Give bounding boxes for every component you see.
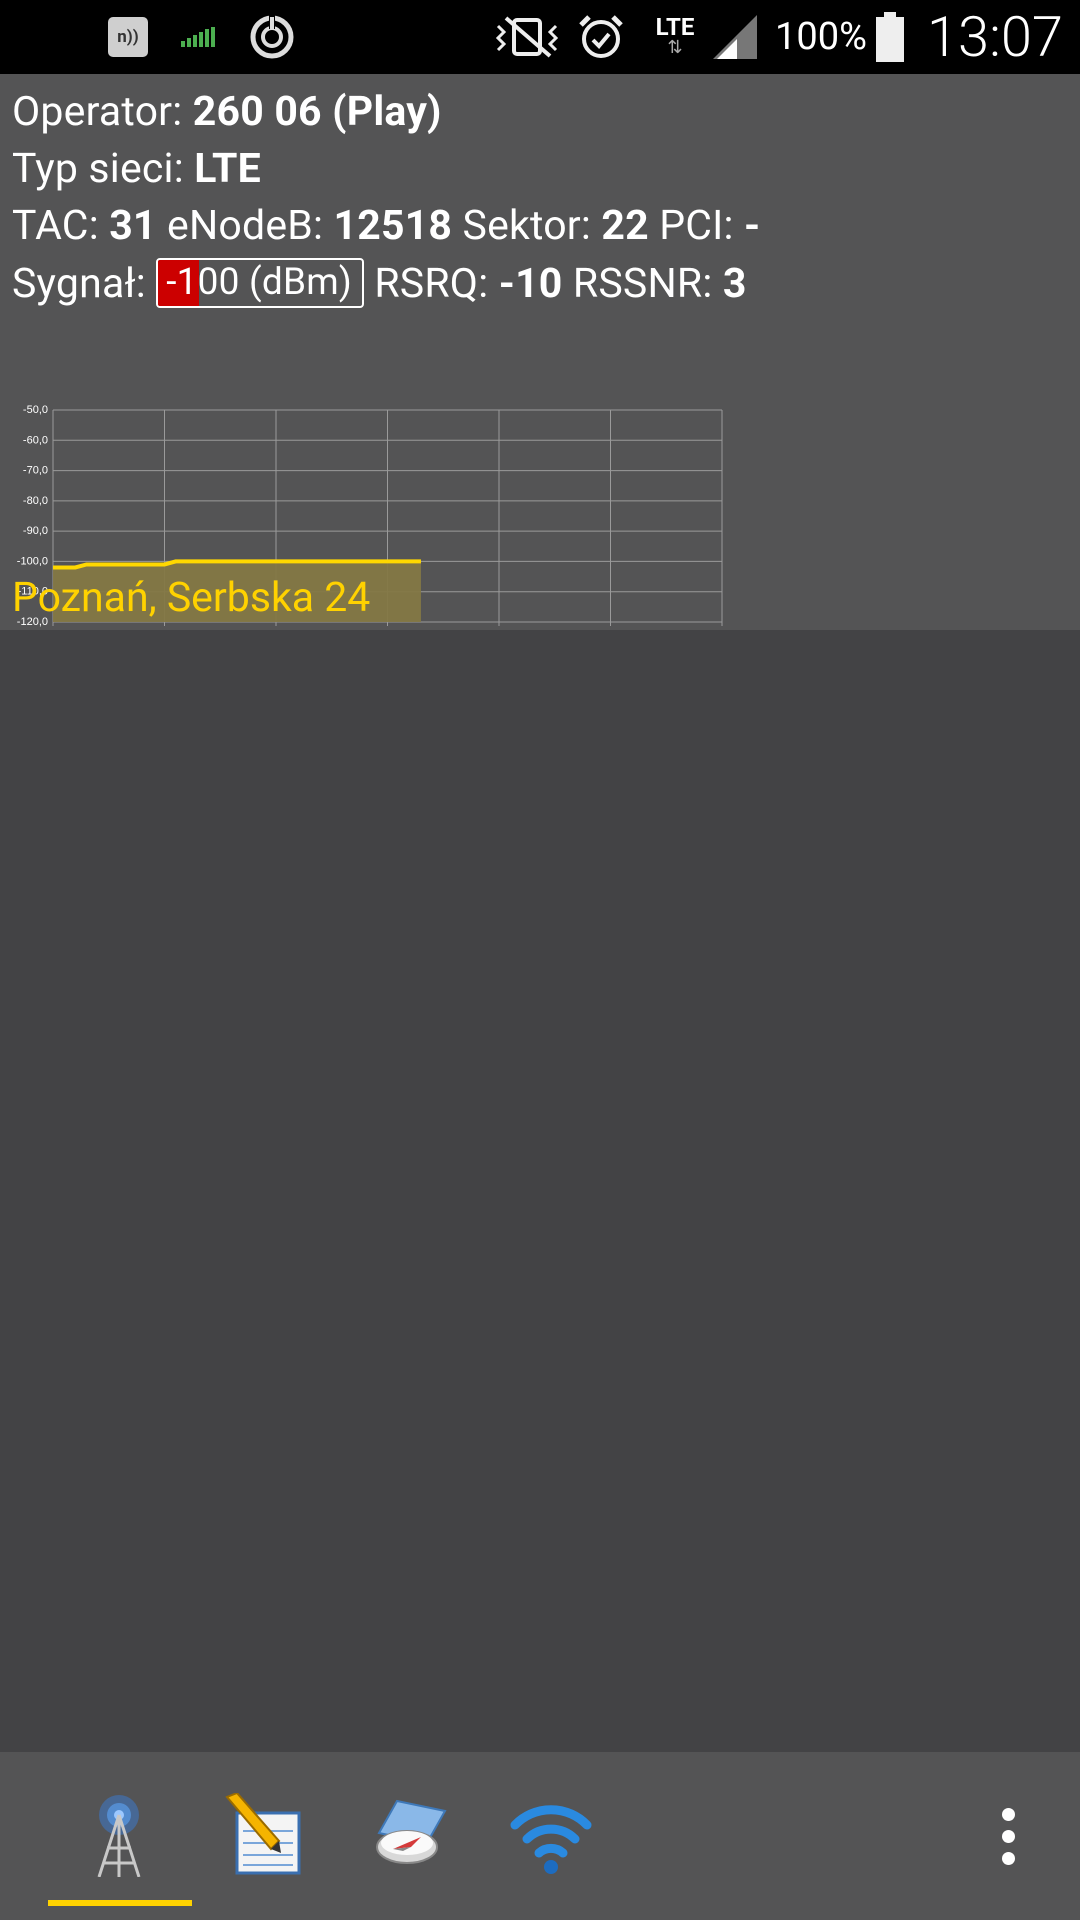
network-type-row: Typ sieci: LTE — [12, 145, 261, 193]
wifi-icon — [510, 1805, 592, 1874]
sync-icon — [246, 0, 298, 74]
rssnr-value: 3 — [722, 260, 747, 308]
lte-label: LTE — [655, 13, 695, 41]
nfc-icon: n)) — [106, 0, 150, 74]
tac-label: TAC: — [12, 202, 99, 250]
menu-dot — [1001, 1852, 1015, 1865]
clock: 13:07 — [926, 4, 1063, 70]
signal-meter: -100 (dBm) — [156, 258, 364, 309]
data-arrows-icon: ⇅ — [667, 37, 683, 58]
signal-strength-small-icon — [180, 0, 218, 74]
tac-value: 31 — [109, 202, 157, 250]
y-tick-label: -50,0 — [23, 404, 48, 416]
y-tick-label: -70,0 — [23, 465, 48, 477]
operator-value: 260 06 (Play) — [192, 88, 442, 136]
battery-icon — [874, 0, 906, 74]
enodeb-value: 12518 — [333, 202, 453, 250]
network-type-value: LTE — [194, 145, 261, 193]
cell-info-panel: Operator: 260 06 (Play) Typ sieci: LTE T… — [0, 74, 1080, 630]
y-tick-label: -90,0 — [23, 525, 48, 537]
y-tick-label: -60,0 — [23, 434, 48, 446]
rsrq-value: -10 — [498, 260, 563, 308]
tab-log[interactable] — [220, 1790, 310, 1880]
rssnr-label: RSSNR: — [572, 260, 713, 308]
y-tick-label: -80,0 — [23, 495, 48, 507]
battery-percent: 100% — [775, 15, 867, 59]
selected-tab-indicator — [48, 1900, 192, 1906]
cell-tower-icon — [97, 1795, 141, 1877]
location-address: Poznań, Serbska 24 — [12, 574, 371, 622]
network-type-label: Typ sieci: — [12, 145, 184, 193]
vibrate-mute-icon — [492, 0, 562, 74]
tab-map[interactable] — [364, 1790, 454, 1880]
cell-id-row: TAC: 31 eNodeB: 12518 Sektor: 22 PCI: - — [12, 202, 760, 250]
tab-cell-info[interactable] — [74, 1790, 164, 1880]
nfc-label: n)) — [108, 17, 148, 57]
bottom-tab-bar — [0, 1752, 1080, 1920]
menu-dot — [1001, 1808, 1015, 1821]
y-tick-label: -100,0 — [17, 555, 48, 567]
pci-label: PCI: — [659, 202, 734, 250]
sector-label: Sektor: — [462, 202, 592, 250]
notepad-icon — [225, 1793, 301, 1875]
compass-map-icon — [376, 1799, 447, 1864]
status-bar: n)) LTE ⇅ 100% 13:07 — [0, 0, 1080, 74]
signal-row: Sygnał: -100 (dBm) RSRQ: -10 RSSNR: 3 — [12, 258, 747, 309]
enodeb-label: eNodeB: — [167, 202, 324, 250]
lte-data-icon: LTE ⇅ — [648, 0, 702, 74]
signal-value: -100 (dBm) — [166, 261, 352, 305]
tab-wifi[interactable] — [506, 1790, 596, 1880]
pci-value: - — [744, 202, 761, 250]
cellular-signal-icon — [710, 0, 760, 74]
operator-row: Operator: 260 06 (Play) — [12, 88, 442, 136]
menu-dot — [1001, 1830, 1015, 1843]
overflow-menu-button[interactable] — [990, 1808, 1026, 1878]
rsrq-label: RSRQ: — [374, 260, 489, 308]
operator-label: Operator: — [12, 88, 183, 136]
alarm-icon — [576, 0, 626, 74]
signal-label: Sygnał: — [12, 260, 146, 308]
sector-value: 22 — [601, 202, 649, 250]
